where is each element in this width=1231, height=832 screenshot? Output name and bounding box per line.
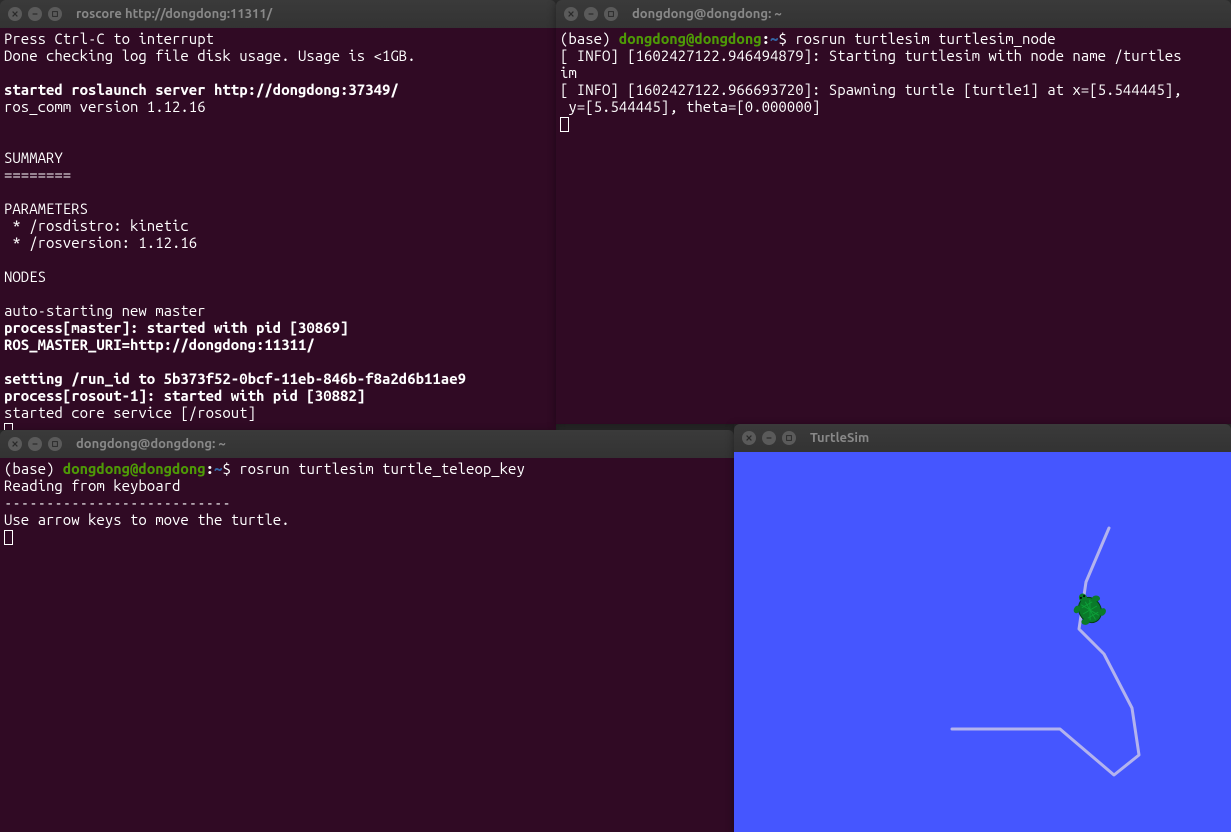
prompt-sep: :	[762, 30, 770, 47]
prompt-line: (base) dongdong@dongdong:~$ rosrun turtl…	[560, 30, 1227, 47]
terminal-line: started roslaunch server http://dongdong…	[4, 81, 552, 98]
window-title: dongdong@dongdong: ~	[632, 7, 782, 21]
terminal-body[interactable]: (base) dongdong@dongdong:~$ rosrun turtl…	[0, 458, 734, 832]
turtlesim-canvas[interactable]	[734, 452, 1231, 832]
prompt-userhost: dongdong@dongdong	[619, 30, 762, 47]
maximize-icon[interactable]	[48, 7, 62, 21]
terminal-line: PARAMETERS	[4, 200, 552, 217]
terminal-line: NODES	[4, 268, 552, 285]
prompt-dollar: $	[778, 30, 795, 47]
terminal-line: ROS_MASTER_URI=http://dongdong:11311/	[4, 336, 552, 353]
maximize-icon[interactable]	[48, 437, 62, 451]
terminal-line: [ INFO] [1602427122.946494879]: Starting…	[560, 47, 1227, 64]
terminal-line: y=[5.544445], theta=[0.000000]	[560, 98, 1227, 115]
close-icon[interactable]	[742, 431, 756, 445]
window-controls	[742, 431, 796, 445]
turtlesim-node-terminal: dongdong@dongdong: ~ (base) dongdong@don…	[556, 0, 1231, 424]
prompt-userhost: dongdong@dongdong	[63, 460, 206, 477]
titlebar[interactable]: TurtleSim	[734, 424, 1231, 452]
terminal-line: process[rosout-1]: started with pid [308…	[4, 387, 552, 404]
terminal-line	[4, 353, 552, 370]
titlebar[interactable]: roscore http://dongdong:11311/	[0, 0, 556, 28]
terminal-line: Press Ctrl-C to interrupt	[4, 30, 552, 47]
terminal-body[interactable]: Press Ctrl-C to interruptDone checking l…	[0, 28, 556, 430]
terminal-line	[4, 132, 552, 149]
terminal-line: setting /run_id to 5b373f52-0bcf-11eb-84…	[4, 370, 552, 387]
terminal-line: Use arrow keys to move the turtle.	[4, 511, 730, 528]
terminal-body[interactable]: (base) dongdong@dongdong:~$ rosrun turtl…	[556, 28, 1231, 424]
terminal-line	[4, 285, 552, 302]
close-icon[interactable]	[8, 437, 22, 451]
prompt-dollar: $	[222, 460, 239, 477]
minimize-icon[interactable]	[28, 7, 42, 21]
window-title: dongdong@dongdong: ~	[76, 437, 226, 451]
prompt-base: (base)	[560, 30, 619, 47]
roscore-window: roscore http://dongdong:11311/ Press Ctr…	[0, 0, 556, 430]
window-controls	[8, 437, 62, 451]
terminal-line: ---------------------------	[4, 494, 730, 511]
cursor	[4, 530, 13, 545]
prompt-line: (base) dongdong@dongdong:~$ rosrun turtl…	[4, 460, 730, 477]
teleop-terminal: dongdong@dongdong: ~ (base) dongdong@don…	[0, 430, 734, 832]
terminal-line	[4, 183, 552, 200]
terminal-line: process[master]: started with pid [30869…	[4, 319, 552, 336]
turtle-path	[734, 452, 1231, 832]
terminal-line: SUMMARY	[4, 149, 552, 166]
terminal-line: Done checking log file disk usage. Usage…	[4, 47, 552, 64]
window-title: TurtleSim	[810, 431, 869, 445]
titlebar[interactable]: dongdong@dongdong: ~	[0, 430, 734, 458]
terminal-line: [ INFO] [1602427122.966693720]: Spawning…	[560, 81, 1227, 98]
window-controls	[564, 7, 618, 21]
close-icon[interactable]	[564, 7, 578, 21]
command-text: rosrun turtlesim turtlesim_node	[795, 30, 1055, 47]
maximize-icon[interactable]	[782, 431, 796, 445]
terminal-line: * /rosversion: 1.12.16	[4, 234, 552, 251]
prompt-base: (base)	[4, 460, 63, 477]
minimize-icon[interactable]	[28, 437, 42, 451]
cursor	[560, 117, 569, 132]
maximize-icon[interactable]	[604, 7, 618, 21]
minimize-icon[interactable]	[584, 7, 598, 21]
terminal-line: ========	[4, 166, 552, 183]
terminal-line: Reading from keyboard	[4, 477, 730, 494]
turtlesim-window: TurtleSim	[734, 424, 1231, 832]
minimize-icon[interactable]	[762, 431, 776, 445]
terminal-line: * /rosdistro: kinetic	[4, 217, 552, 234]
close-icon[interactable]	[8, 7, 22, 21]
terminal-line: started core service [/rosout]	[4, 404, 552, 421]
terminal-line	[4, 64, 552, 81]
command-text: rosrun turtlesim turtle_teleop_key	[239, 460, 525, 477]
terminal-line: auto-starting new master	[4, 302, 552, 319]
window-controls	[8, 7, 62, 21]
prompt-sep: :	[206, 460, 214, 477]
terminal-line: im	[560, 64, 1227, 81]
titlebar[interactable]: dongdong@dongdong: ~	[556, 0, 1231, 28]
terminal-line: ros_comm version 1.12.16	[4, 98, 552, 115]
cursor	[4, 423, 13, 430]
window-title: roscore http://dongdong:11311/	[76, 7, 272, 21]
terminal-line	[4, 115, 552, 132]
terminal-line	[4, 251, 552, 268]
